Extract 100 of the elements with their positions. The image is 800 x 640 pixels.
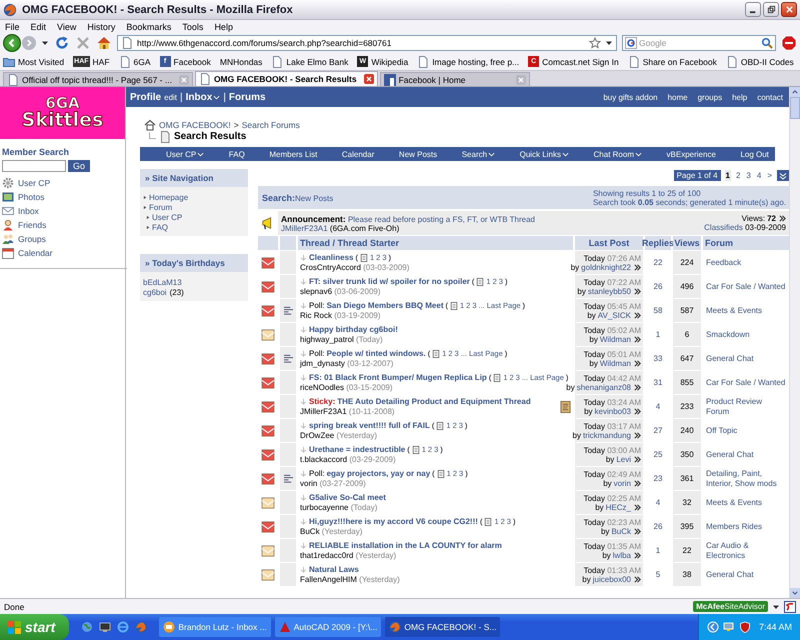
bookmark-link[interactable]: 6GA xyxy=(134,56,151,66)
search-icon[interactable] xyxy=(761,37,773,49)
thread-starter[interactable]: t.blackaccord xyxy=(300,455,348,464)
page-link[interactable]: 2 xyxy=(734,170,742,181)
back-button[interactable] xyxy=(3,34,21,52)
desktop-icon[interactable] xyxy=(99,621,112,633)
dropdown-caret-icon[interactable] xyxy=(772,602,780,610)
author-link[interactable]: JMillerF23A1 xyxy=(281,224,328,232)
go-to-post-icon[interactable] xyxy=(779,215,786,222)
nav-link[interactable]: Forums xyxy=(228,92,266,102)
replies-count[interactable]: 25 xyxy=(654,450,662,459)
column-header[interactable]: Thread / Thread Starter xyxy=(298,236,573,250)
last-poster-link[interactable]: BuCk xyxy=(611,526,631,536)
menu-item[interactable]: Bookmarks xyxy=(126,22,172,32)
nav-link[interactable]: buy gifts addon xyxy=(603,92,658,102)
thread-starter[interactable]: JMillerF23A1 xyxy=(300,407,347,416)
go-to-post-icon[interactable] xyxy=(634,480,641,486)
page-link[interactable]: 1 xyxy=(724,170,731,181)
sidebar-link[interactable]: Inbox xyxy=(18,206,39,216)
nav-link[interactable]: contact xyxy=(757,92,783,102)
navbar-link[interactable]: New Posts xyxy=(398,150,438,158)
site-nav-link[interactable]: Forum xyxy=(149,203,172,212)
navbar-link[interactable]: Calendar xyxy=(342,150,374,158)
forum-link[interactable]: Car Audio & Electronics xyxy=(706,541,786,560)
thread-title-link[interactable]: G5alive So-Cal meet xyxy=(309,493,386,502)
thread-starter[interactable]: riceNOodles xyxy=(300,383,344,392)
nav-link[interactable]: help xyxy=(732,92,748,102)
go-to-post-icon[interactable] xyxy=(634,336,641,342)
monitor-icon[interactable] xyxy=(722,621,735,633)
last-poster-link[interactable]: shenaniganz08 xyxy=(576,382,631,392)
navbar-link[interactable]: Members List xyxy=(269,150,318,158)
replies-count[interactable]: 26 xyxy=(654,522,662,531)
scrollbar[interactable] xyxy=(789,87,800,598)
page-link[interactable]: 3 xyxy=(745,170,752,181)
stop-sign-icon[interactable] xyxy=(781,35,797,51)
last-poster-link[interactable]: goldnknight22 xyxy=(581,262,631,272)
navbar-link[interactable]: Log Out xyxy=(740,150,769,158)
sidebar-link[interactable]: Photos xyxy=(18,192,44,202)
thread-starter[interactable]: vorin xyxy=(300,479,318,488)
taskbar-button[interactable]: OMG FACEBOOK! - S... xyxy=(385,617,500,637)
thread-starter[interactable]: highway_patrol xyxy=(300,335,354,344)
forum-link[interactable]: Feedback xyxy=(706,258,742,268)
navbar-link[interactable]: Quick Links xyxy=(520,150,569,158)
bookmark-link[interactable]: Wikipedia xyxy=(371,56,408,66)
last-poster-link[interactable]: stanleybb50 xyxy=(588,286,631,296)
go-to-post-icon[interactable] xyxy=(634,384,641,390)
go-to-post-icon[interactable] xyxy=(634,552,641,558)
thread-starter[interactable]: that1redacc0rd xyxy=(300,551,354,560)
thread-title-link[interactable]: People w/ tinted windows. xyxy=(326,349,426,358)
last-poster-link[interactable]: AV_SICK xyxy=(598,310,631,320)
breadcrumb-link[interactable]: OMG FACEBOOK! xyxy=(159,120,231,130)
replies-count[interactable]: 1 xyxy=(656,330,660,339)
last-poster-link[interactable]: Levi xyxy=(616,454,631,464)
reload-icon[interactable] xyxy=(54,35,70,51)
go-to-post-icon[interactable] xyxy=(634,528,641,534)
scroll-up-button[interactable] xyxy=(790,87,800,97)
forum-link[interactable]: Car For Sale / Wanted xyxy=(706,378,786,388)
bookmark-link[interactable]: Image hosting, free p... xyxy=(432,56,520,66)
sidebar-link[interactable]: Friends xyxy=(18,220,46,230)
thread-title-link[interactable]: Natural Laws xyxy=(309,565,359,574)
site-nav-link[interactable]: User CP xyxy=(152,213,182,222)
thread-starter[interactable]: BuCk xyxy=(300,527,320,536)
last-poster-link[interactable]: vorin xyxy=(614,478,631,488)
forum-link[interactable]: Smackdown xyxy=(706,330,750,340)
thread-title-link[interactable]: RELIABLE installation in the LA COUNTY for alarm xyxy=(309,541,502,550)
thread-title-link[interactable]: Cleanliness xyxy=(309,253,354,262)
column-header[interactable]: Forum xyxy=(703,236,789,250)
forum-link[interactable]: Car For Sale / Wanted xyxy=(706,282,786,292)
site-nav-link[interactable]: Homepage xyxy=(149,193,188,202)
replies-count[interactable]: 58 xyxy=(654,306,662,315)
address-field[interactable]: http://www.6thgenaccord.com/forums/search.php?searchid=680761 xyxy=(117,35,617,51)
nav-link[interactable]: edit xyxy=(164,92,178,102)
forum-link[interactable]: Detailing, Paint, Interior, Show mods xyxy=(706,469,786,488)
addon-icon[interactable] xyxy=(784,600,796,612)
go-to-post-icon[interactable] xyxy=(634,360,641,366)
bookmark-link[interactable]: Lake Elmo Bank xyxy=(286,56,348,66)
thread-starter[interactable]: Ric Rock xyxy=(300,311,332,320)
site-advisor-badge[interactable]: McAfeeSiteAdvisor xyxy=(693,601,768,612)
thread-starter[interactable]: FallenAngelHIM xyxy=(300,575,357,584)
member-link[interactable]: bEdLaM13 xyxy=(143,278,182,287)
column-header[interactable]: Views xyxy=(673,236,701,250)
go-to-post-icon[interactable] xyxy=(634,432,641,438)
nav-link[interactable]: home xyxy=(668,92,688,102)
chevron-icon[interactable] xyxy=(706,621,719,633)
navbar-link[interactable]: Search xyxy=(462,150,496,158)
thread-title-link[interactable]: FT: silver trunk lid w/ spoiler for no spoiler xyxy=(309,277,470,286)
last-poster-link[interactable]: lwlba xyxy=(612,550,631,560)
minimize-button[interactable] xyxy=(745,2,761,17)
member-link[interactable]: cg6boi xyxy=(143,288,167,297)
bookmark-link[interactable]: HAF xyxy=(92,56,110,66)
bookmark-link[interactable]: Most Visited xyxy=(18,56,64,66)
replies-count[interactable]: 33 xyxy=(654,354,662,363)
thread-title-link[interactable]: San Diego Members BBQ Meet xyxy=(326,301,444,310)
close-button[interactable] xyxy=(781,2,797,17)
forum-link[interactable]: Classifieds xyxy=(704,223,743,232)
thread-starter[interactable]: DrOwZee xyxy=(300,431,334,440)
thread-title-link[interactable]: Urethane = indestructible xyxy=(309,445,406,454)
sidebar-link[interactable]: Groups xyxy=(18,234,46,244)
go-to-post-icon[interactable] xyxy=(634,504,641,510)
announcement-link[interactable]: Please read before posting a FS, FT, or WTB Thread xyxy=(348,214,535,224)
